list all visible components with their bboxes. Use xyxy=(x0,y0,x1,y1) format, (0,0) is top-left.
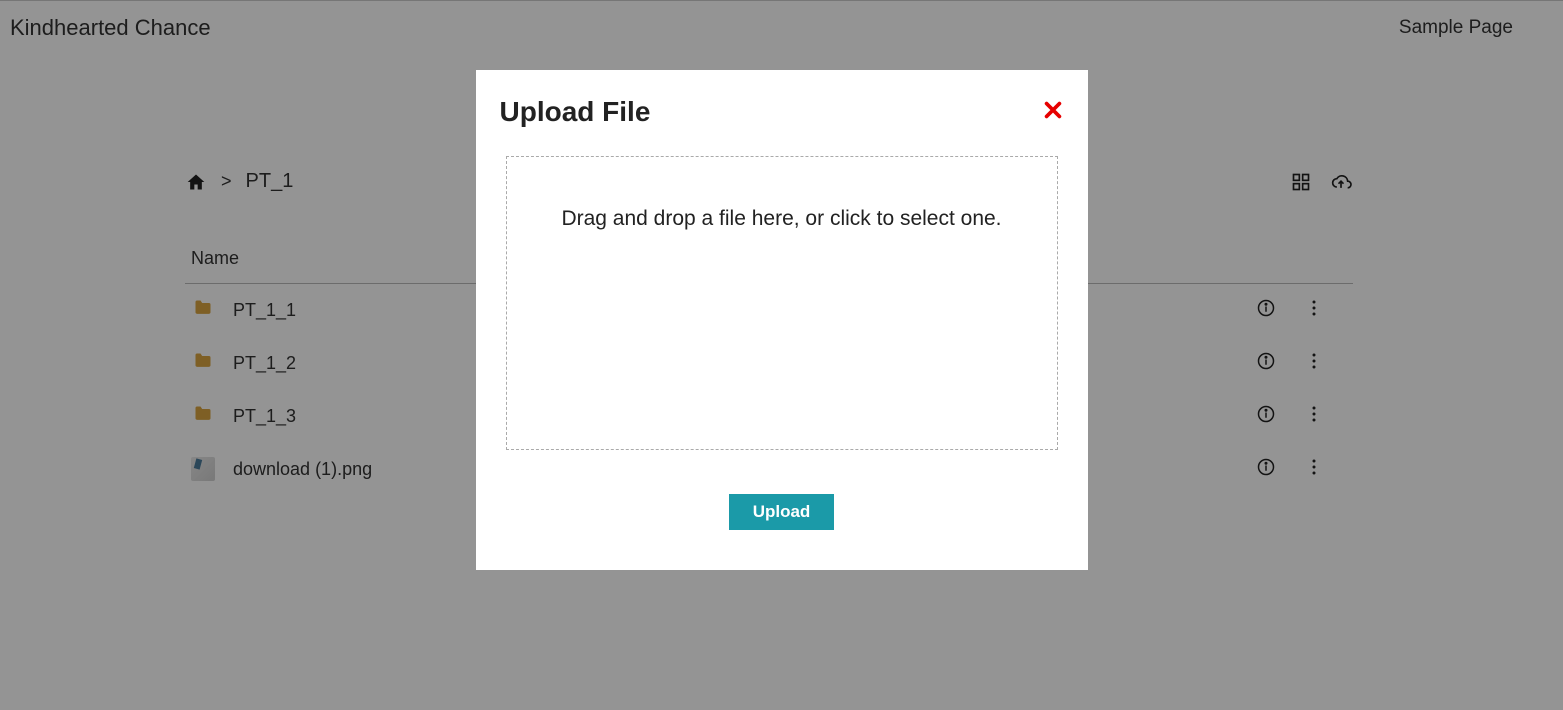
dropzone[interactable]: Drag and drop a file here, or click to s… xyxy=(506,156,1058,450)
modal-header: Upload File xyxy=(500,96,1064,128)
upload-button[interactable]: Upload xyxy=(729,494,835,530)
modal-overlay[interactable]: Upload File Drag and drop a file here, o… xyxy=(0,0,1563,710)
close-icon[interactable] xyxy=(1042,99,1064,126)
upload-modal: Upload File Drag and drop a file here, o… xyxy=(476,70,1088,570)
modal-title: Upload File xyxy=(500,96,651,128)
